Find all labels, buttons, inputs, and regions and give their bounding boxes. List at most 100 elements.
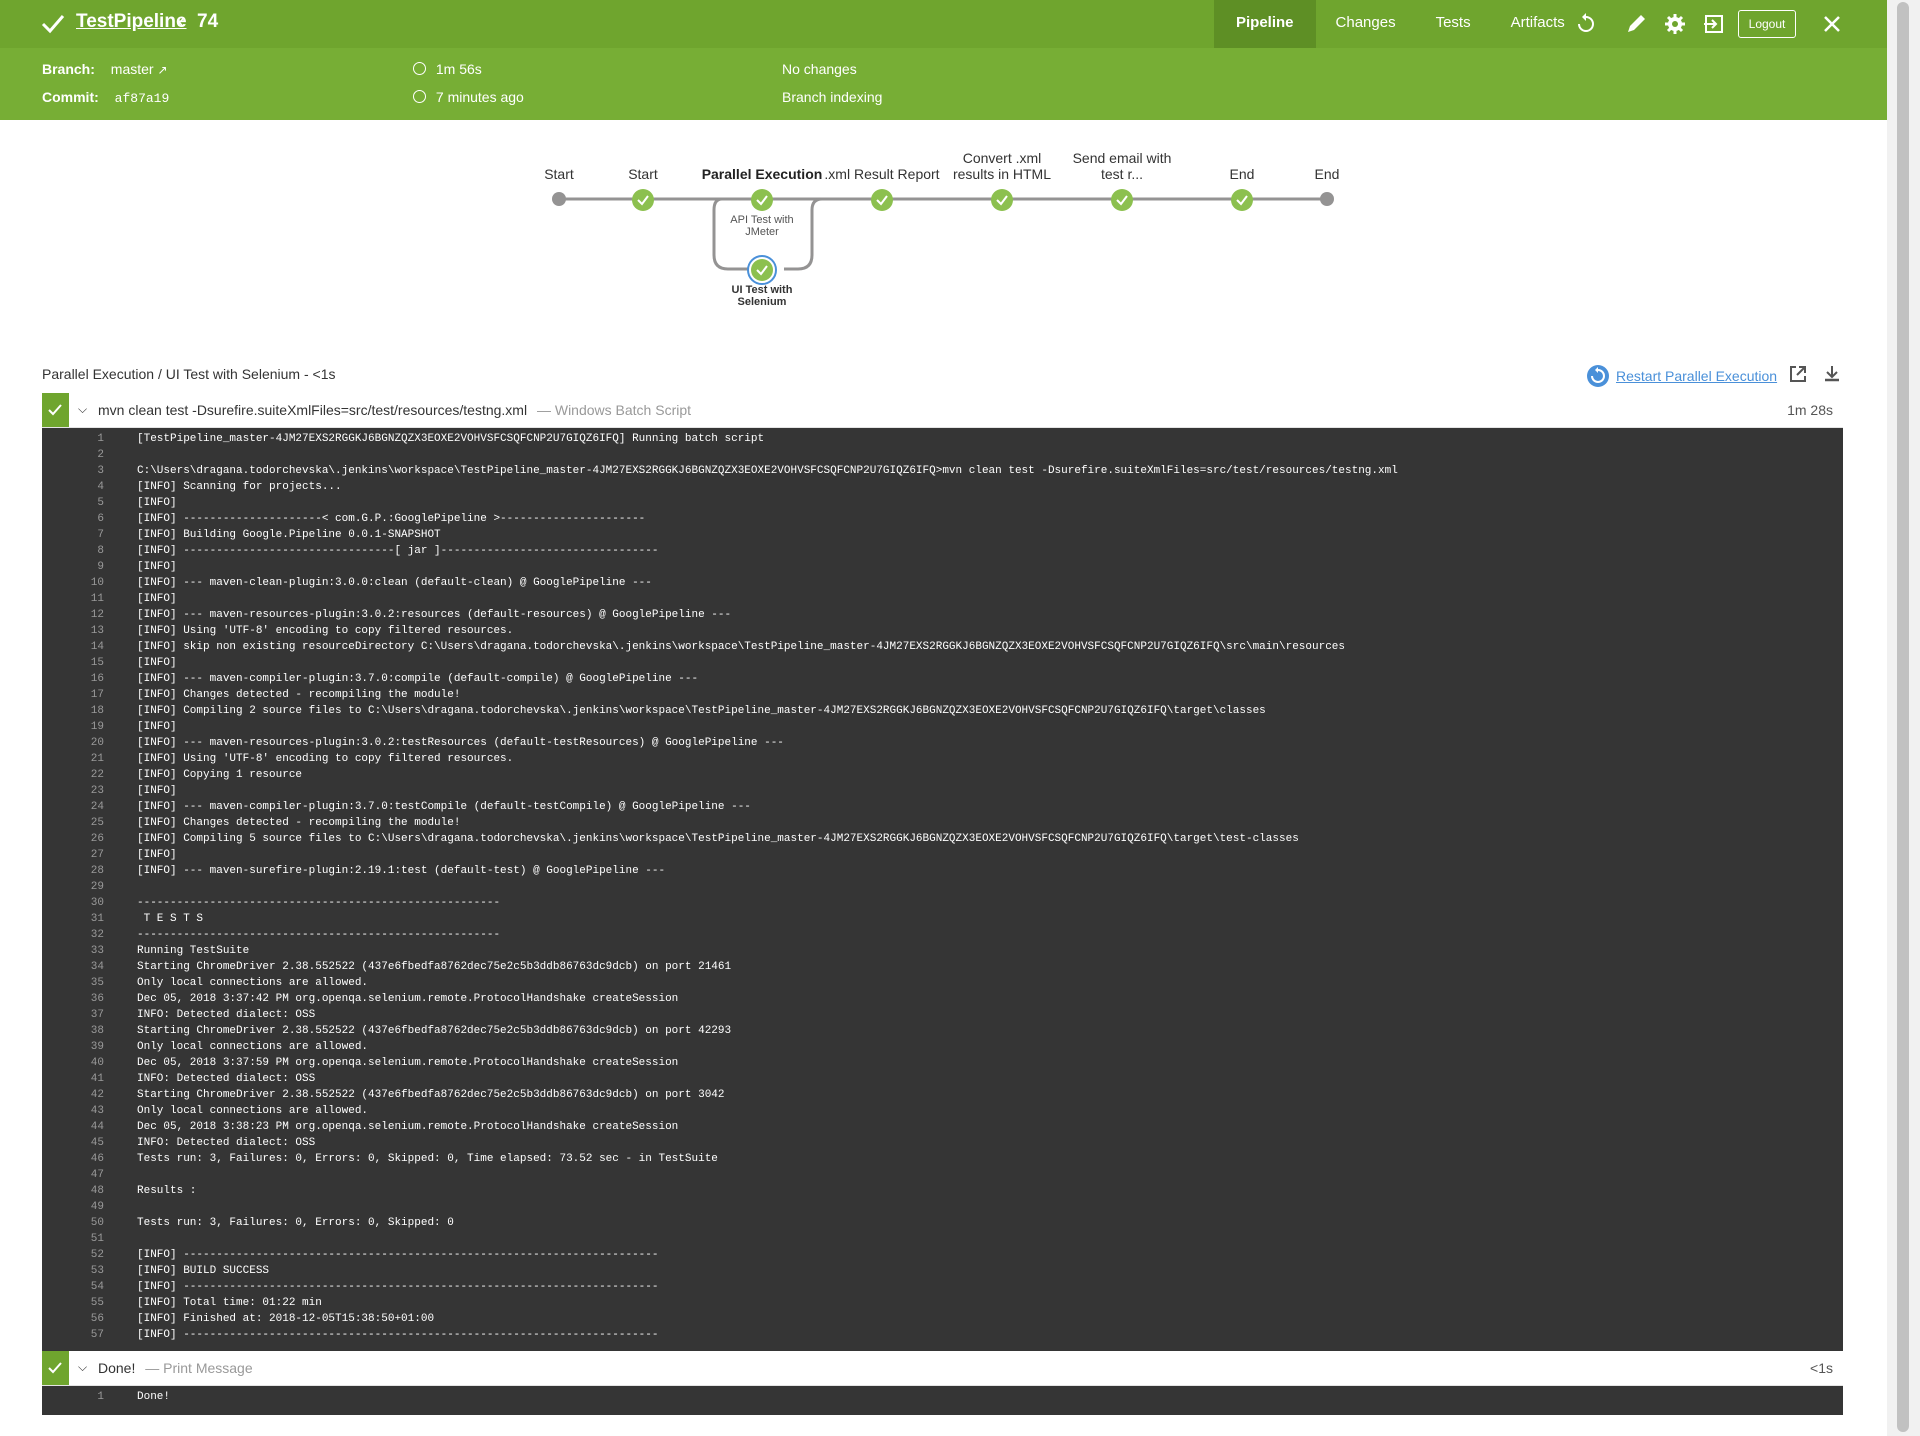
log-line-number[interactable]: 14 [42,639,104,655]
log-line-text: [INFO] Using 'UTF-8' encoding to copy fi… [137,753,514,765]
log-line-number[interactable]: 13 [42,623,104,639]
log-line-number[interactable]: 26 [42,831,104,847]
restart-stage-link[interactable]: Restart Parallel Execution [1586,364,1777,388]
log-line-number[interactable]: 23 [42,783,104,799]
log-line-number[interactable]: 40 [42,1055,104,1071]
log-line-number[interactable]: 4 [42,479,104,495]
log-line-number[interactable]: 24 [42,799,104,815]
log-line-number[interactable]: 31 [42,911,104,927]
log-line-number[interactable]: 35 [42,975,104,991]
log-line: 55 [INFO] Total time: 01:22 min [42,1295,1843,1311]
stage-node-start-success[interactable] [632,189,654,211]
log-line-number[interactable]: 45 [42,1135,104,1151]
edit-icon[interactable] [1624,12,1648,36]
log-line-number[interactable]: 55 [42,1295,104,1311]
log-line-number[interactable]: 20 [42,735,104,751]
stage-node-start [552,192,566,206]
log-line-text: [INFO] Using 'UTF-8' encoding to copy fi… [137,625,514,637]
log-line: 52 [INFO] -------------------------------… [42,1247,1843,1263]
log-line-number[interactable]: 2 [42,447,104,463]
stage-node-xml-result-report[interactable] [871,189,893,211]
log-line-number[interactable]: 8 [42,543,104,559]
gear-icon[interactable] [1663,12,1687,36]
log-line-number[interactable]: 32 [42,927,104,943]
log-line: 49 [42,1199,1843,1215]
log-line-number[interactable]: 42 [42,1087,104,1103]
log-line: 23 [INFO] [42,783,1843,799]
download-icon[interactable] [1822,364,1842,384]
stage-node-parallel-execution[interactable] [751,189,773,211]
step-duration: 1m 28s [1787,402,1833,418]
log-line-number[interactable]: 9 [42,559,104,575]
log-line-number[interactable]: 25 [42,815,104,831]
log-line-number[interactable]: 10 [42,575,104,591]
log-line-number[interactable]: 33 [42,943,104,959]
replay-icon[interactable] [1574,12,1598,36]
open-external-icon[interactable] [1788,364,1808,384]
log-line-number[interactable]: 5 [42,495,104,511]
log-line-number[interactable]: 21 [42,751,104,767]
log-line-number[interactable]: 50 [42,1215,104,1231]
log-line-number[interactable]: 34 [42,959,104,975]
step-header-done[interactable]: ⌵ Done! — Print Message <1s [42,1351,1843,1386]
log-line-number[interactable]: 6 [42,511,104,527]
log-line-number[interactable]: 39 [42,1039,104,1055]
step-header-mvn[interactable]: ⌵ mvn clean test -Dsurefire.suiteXmlFile… [42,393,1843,428]
log-line-number[interactable]: 18 [42,703,104,719]
stage-node-ui-test-selected[interactable] [747,255,777,285]
log-line-number[interactable]: 36 [42,991,104,1007]
log-line-number[interactable]: 41 [42,1071,104,1087]
log-line-number[interactable]: 3 [42,463,104,479]
tab-pipeline[interactable]: Pipeline [1214,0,1316,48]
log-line: 40 Dec 05, 2018 3:37:59 PM org.openqa.sel… [42,1055,1843,1071]
log-line-number[interactable]: 12 [42,607,104,623]
log-line-number[interactable]: 52 [42,1247,104,1263]
stage-node-convert-xml[interactable] [991,189,1013,211]
log-line-number[interactable]: 46 [42,1151,104,1167]
log-line-text: [INFO] Compiling 2 source files to C:\Us… [137,705,1266,717]
tab-changes[interactable]: Changes [1316,0,1416,48]
log-line-number[interactable]: 37 [42,1007,104,1023]
log-line-number[interactable]: 56 [42,1311,104,1327]
log-line-number[interactable]: 19 [42,719,104,735]
log-line-number[interactable]: 57 [42,1327,104,1343]
log-line-number[interactable]: 7 [42,527,104,543]
scrollbar-thumb[interactable] [1897,2,1909,1432]
tab-artifacts[interactable]: Artifacts [1491,0,1585,48]
log-line-number[interactable]: 49 [42,1199,104,1215]
log-line-number[interactable]: 27 [42,847,104,863]
exit-icon[interactable] [1702,12,1726,36]
log-line-number[interactable]: 29 [42,879,104,895]
chevron-down-icon[interactable]: ⌵ [78,402,87,417]
log-line-number[interactable]: 53 [42,1263,104,1279]
log-line-number[interactable]: 22 [42,767,104,783]
stage-node-end-success[interactable] [1231,189,1253,211]
log-line-number[interactable]: 51 [42,1231,104,1247]
timer-icon [413,62,426,75]
log-line-number[interactable]: 28 [42,863,104,879]
parallel-branch-label-jmeter: API Test with JMeter [730,214,794,238]
log-line-number[interactable]: 1 [42,431,104,447]
log-line-number[interactable]: 54 [42,1279,104,1295]
log-line-number[interactable]: 44 [42,1119,104,1135]
pipeline-name-link[interactable]: TestPipeline [76,11,187,33]
log-line-number[interactable]: 16 [42,671,104,687]
logout-button[interactable]: Logout [1738,10,1796,38]
log-line-number[interactable]: 38 [42,1023,104,1039]
chevron-down-icon[interactable]: ⌵ [78,1360,87,1375]
log-line-number[interactable]: 30 [42,895,104,911]
restart-stage-label[interactable]: Restart Parallel Execution [1616,368,1777,384]
close-icon[interactable] [1820,12,1844,36]
log-line-number[interactable]: 48 [42,1183,104,1199]
branch-value[interactable]: master [111,61,154,77]
log-line-number[interactable]: 15 [42,655,104,671]
stage-node-send-email[interactable] [1111,189,1133,211]
tab-tests[interactable]: Tests [1416,0,1491,48]
log-line-number[interactable]: 11 [42,591,104,607]
external-link-icon[interactable]: ↗ [157,63,167,77]
page-scrollbar[interactable] [1887,0,1920,1436]
log-line-number[interactable]: 43 [42,1103,104,1119]
log-line-number[interactable]: 17 [42,687,104,703]
log-line-number[interactable]: 1 [42,1389,104,1405]
log-line-number[interactable]: 47 [42,1167,104,1183]
